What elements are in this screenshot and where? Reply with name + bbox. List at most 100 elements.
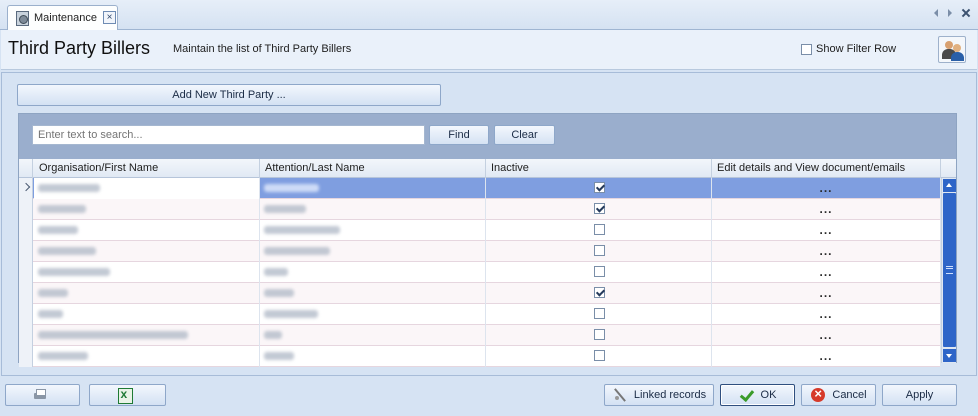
column-header-attention[interactable]: Attention/Last Name <box>260 159 486 178</box>
current-row-arrow-icon <box>21 182 31 192</box>
ok-button[interactable]: OK <box>720 384 795 406</box>
attention-cell[interactable]: Redacted <box>260 178 486 199</box>
organisation-cell[interactable]: Redacted <box>34 304 260 325</box>
attention-cell[interactable]: Redacted <box>260 220 486 241</box>
edit-details-button[interactable]: ... <box>712 328 940 342</box>
tab-close-button[interactable]: × <box>103 11 116 24</box>
inactive-cell <box>486 346 712 367</box>
edit-details-button[interactable]: ... <box>712 286 940 300</box>
redacted-attention: Redacted <box>264 331 282 339</box>
table-row[interactable]: Redacted Redacted... <box>19 241 941 262</box>
attention-cell[interactable]: Redacted <box>260 304 486 325</box>
tab-maintenance[interactable]: Maintenance × <box>7 5 118 30</box>
redacted-organisation: Redacted <box>38 268 110 276</box>
edit-details-button[interactable]: ... <box>712 202 940 216</box>
row-indicator[interactable] <box>19 283 33 304</box>
row-indicator[interactable] <box>19 346 33 367</box>
apply-label: Apply <box>905 389 934 401</box>
edit-details-button[interactable]: ... <box>712 244 940 258</box>
print-button[interactable] <box>5 384 80 406</box>
grid-rows: RedactedRedacted...RedactedRedacted...Re… <box>19 178 941 367</box>
apply-button[interactable]: Apply <box>882 384 957 406</box>
redacted-attention: Redacted <box>264 310 318 318</box>
row-indicator[interactable] <box>19 220 33 241</box>
attention-cell[interactable]: Redacted <box>260 346 486 367</box>
tab-label: Maintenance <box>34 12 97 24</box>
inactive-checkbox[interactable] <box>594 287 605 298</box>
edit-details-button[interactable]: ... <box>712 181 940 195</box>
inactive-checkbox[interactable] <box>594 308 605 319</box>
show-filter-row-label: Show Filter Row <box>816 43 897 55</box>
table-row[interactable]: Redacted Redacted... <box>19 199 941 220</box>
attention-cell[interactable]: Redacted <box>260 199 486 220</box>
close-icon[interactable] <box>962 9 970 17</box>
column-header-organisation[interactable]: Organisation/First Name <box>34 159 260 178</box>
redacted-attention: Redacted <box>264 268 288 276</box>
users-button[interactable] <box>938 36 966 63</box>
table-row[interactable]: Redacted Redacted... <box>19 304 941 325</box>
row-indicator[interactable] <box>19 199 33 220</box>
attention-cell[interactable]: Redacted <box>260 283 486 304</box>
edit-details-button[interactable]: ... <box>712 265 940 279</box>
attention-cell[interactable]: Redacted <box>260 241 486 262</box>
search-input[interactable] <box>32 125 425 145</box>
column-header-inactive[interactable]: Inactive <box>486 159 712 178</box>
add-third-party-button[interactable]: Add New Third Party ... <box>17 84 441 106</box>
organisation-cell[interactable]: Redacted <box>34 220 260 241</box>
edit-details-cell: ... <box>712 262 941 283</box>
table-row[interactable]: Redacted Redacted... <box>19 178 941 199</box>
tab-navigation <box>934 9 970 17</box>
table-row[interactable]: Redacted Redacted... <box>19 220 941 241</box>
edit-details-button[interactable]: ... <box>712 349 940 363</box>
redacted-organisation: Redacted <box>38 205 86 213</box>
organisation-cell[interactable]: Redacted <box>34 262 260 283</box>
organisation-cell[interactable]: Redacted <box>34 283 260 304</box>
edit-details-button[interactable]: ... <box>712 223 940 237</box>
organisation-cell[interactable]: Redacted <box>34 199 260 220</box>
scroll-left-icon[interactable] <box>934 9 938 17</box>
scroll-down-icon[interactable] <box>943 349 956 362</box>
row-indicator[interactable] <box>19 241 33 262</box>
inactive-checkbox[interactable] <box>594 245 605 256</box>
redacted-attention: Redacted <box>264 247 330 255</box>
scroll-right-icon[interactable] <box>948 9 952 17</box>
row-indicator[interactable] <box>19 304 33 325</box>
inactive-checkbox[interactable] <box>594 329 605 340</box>
page-subtitle: Maintain the list of Third Party Billers <box>173 43 352 55</box>
inactive-cell <box>486 283 712 304</box>
clear-button[interactable]: Clear <box>494 125 555 145</box>
table-row[interactable]: Redacted Redacted... <box>19 346 941 367</box>
organisation-cell[interactable]: Redacted <box>34 241 260 262</box>
find-button[interactable]: Find <box>429 125 489 145</box>
scroll-up-icon[interactable] <box>943 179 956 192</box>
inactive-checkbox[interactable] <box>594 203 605 214</box>
show-filter-row-toggle[interactable]: Show Filter Row <box>801 43 896 55</box>
scrollbar-thumb[interactable] <box>943 193 956 347</box>
inactive-cell <box>486 262 712 283</box>
edit-details-cell: ... <box>712 199 941 220</box>
inactive-checkbox[interactable] <box>594 182 605 193</box>
organisation-cell[interactable]: Redacted <box>34 325 260 346</box>
table-row[interactable]: Redacted Redacted... <box>19 262 941 283</box>
row-indicator[interactable] <box>19 325 33 346</box>
row-indicator[interactable] <box>19 178 33 199</box>
column-header-edit-details[interactable]: Edit details and View document/emails <box>712 159 941 178</box>
redacted-organisation: Redacted <box>38 226 78 234</box>
table-row[interactable]: Redacted Redacted... <box>19 283 941 304</box>
table-row[interactable]: Redacted Redacted... <box>19 325 941 346</box>
organisation-cell[interactable]: Redacted <box>34 346 260 367</box>
row-indicator[interactable] <box>19 262 33 283</box>
inactive-checkbox[interactable] <box>594 224 605 235</box>
organisation-cell[interactable]: Redacted <box>34 178 260 199</box>
edit-details-button[interactable]: ... <box>712 307 940 321</box>
attention-cell[interactable]: Redacted <box>260 325 486 346</box>
redacted-attention: Redacted <box>264 289 294 297</box>
vertical-scrollbar[interactable] <box>941 178 956 363</box>
show-filter-row-checkbox[interactable] <box>801 43 812 55</box>
cancel-button[interactable]: Cancel <box>801 384 876 406</box>
attention-cell[interactable]: Redacted <box>260 262 486 283</box>
inactive-checkbox[interactable] <box>594 350 605 361</box>
linked-records-button[interactable]: Linked records <box>604 384 714 406</box>
inactive-checkbox[interactable] <box>594 266 605 277</box>
export-excel-button[interactable] <box>89 384 166 406</box>
